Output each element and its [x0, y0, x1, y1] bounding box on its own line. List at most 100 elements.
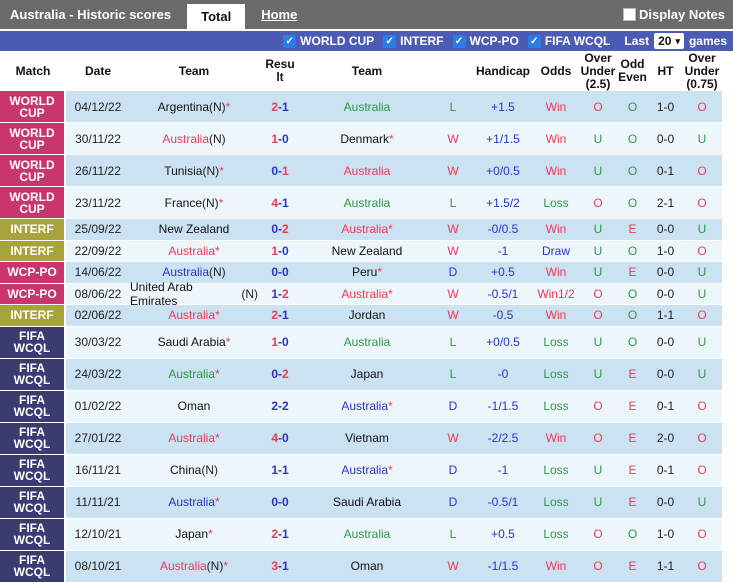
score-cell: 2-1 — [258, 305, 302, 327]
games-count-value: 20 — [658, 34, 672, 48]
ht-cell: 0-1 — [649, 390, 682, 423]
competition-badge: WORLD CUP — [0, 123, 66, 155]
match-row: INTERF 22/09/22 Australia * 1-0 New Zealand W -… — [0, 240, 722, 262]
result-letter-cell: L — [432, 326, 474, 359]
score-cell: 0-2 — [258, 358, 302, 391]
handicap-cell: -1 — [474, 454, 532, 487]
odds-cell: Loss — [532, 187, 580, 219]
competition-badge: FIFA WCQL — [0, 358, 66, 391]
over-under-25-cell: O — [580, 390, 616, 423]
date-cell: 11/11/21 — [66, 486, 130, 519]
over-under-25-cell: O — [580, 283, 616, 305]
handicap-cell: -0 — [474, 358, 532, 391]
over-under-075-cell: O — [682, 155, 722, 187]
date-cell: 08/06/22 — [66, 283, 130, 305]
over-under-075-cell: O — [682, 240, 722, 262]
date-cell: 22/09/22 — [66, 240, 130, 262]
away-team-cell: Australia — [302, 518, 432, 551]
away-team-cell: Australia — [302, 91, 432, 123]
match-row: WCP-PO 14/06/22 Australia (N) 0-0 Peru * D +0.5 W… — [0, 262, 722, 284]
odds-cell: Win — [532, 123, 580, 155]
result-letter-cell: D — [432, 454, 474, 487]
over-under-075-cell: O — [682, 187, 722, 219]
match-row: WORLD CUP 23/11/22 France (N) * 4-1 Australia L… — [0, 187, 722, 219]
result-letter-cell: D — [432, 262, 474, 284]
score-cell: 4-0 — [258, 422, 302, 455]
odd-even-cell: E — [616, 550, 649, 582]
odd-even-cell: E — [616, 262, 649, 284]
date-cell: 12/10/21 — [66, 518, 130, 551]
competition-badge: FIFA WCQL — [0, 550, 66, 582]
ht-cell: 2-1 — [649, 187, 682, 219]
match-row: FIFA WCQL 27/01/22 Australia * 4-0 Vietnam W -2… — [0, 422, 722, 455]
competition-checkbox[interactable]: ✓ — [452, 34, 466, 48]
home-team-cell: Argentina (N) * — [130, 91, 258, 123]
away-team-cell: Australia * — [302, 390, 432, 423]
result-letter-cell: L — [432, 518, 474, 551]
competition-checkbox[interactable]: ✓ — [283, 34, 297, 48]
ht-cell: 1-0 — [649, 91, 682, 123]
home-team-cell: Oman — [130, 390, 258, 423]
result-letter-cell: W — [432, 283, 474, 305]
result-letter-cell: W — [432, 550, 474, 582]
odd-even-cell: O — [616, 240, 649, 262]
over-under-075-cell: O — [682, 390, 722, 423]
header-over-under-075: Over Under (0.75) — [684, 50, 720, 91]
away-team-cell: Australia — [302, 187, 432, 219]
checkmark-icon: ✓ — [385, 35, 394, 47]
score-cell: 1-0 — [258, 240, 302, 262]
display-notes-control: Display Notes — [623, 7, 725, 22]
score-cell: 1-2 — [258, 283, 302, 305]
away-team-cell: Japan — [302, 358, 432, 391]
competition-badge: WORLD CUP — [0, 187, 66, 219]
odd-even-cell: O — [616, 283, 649, 305]
competition-badge: WORLD CUP — [0, 91, 66, 123]
ht-cell: 0-0 — [649, 262, 682, 284]
odd-even-cell: O — [616, 305, 649, 327]
match-row: INTERF 25/09/22 New Zealand 0-2 Australia * W -… — [0, 219, 722, 241]
score-cell: 2-2 — [258, 390, 302, 423]
competition-checkbox[interactable]: ✓ — [383, 34, 397, 48]
odd-even-cell: E — [616, 358, 649, 391]
date-cell: 04/12/22 — [66, 91, 130, 123]
header-team2: Team — [351, 63, 383, 78]
away-team-cell: New Zealand — [302, 240, 432, 262]
competition-badge: FIFA WCQL — [0, 422, 66, 455]
over-under-25-cell: U — [580, 326, 616, 359]
over-under-25-cell: O — [580, 187, 616, 219]
over-under-075-cell: O — [682, 518, 722, 551]
display-notes-label: Display Notes — [639, 7, 725, 22]
away-team-cell: Peru * — [302, 262, 432, 284]
tab-home[interactable]: Home — [261, 7, 297, 22]
result-letter-cell: D — [432, 390, 474, 423]
odd-even-cell: O — [616, 187, 649, 219]
games-count-select[interactable]: 20 ▾ — [654, 33, 684, 49]
match-row: WCP-PO 08/06/22 United Arab Emirates (N) 1-2… — [0, 280, 722, 308]
handicap-cell: -0.5/1 — [474, 283, 532, 305]
result-letter-cell: W — [432, 240, 474, 262]
checkmark-icon: ✓ — [454, 35, 464, 47]
result-letter-cell: W — [432, 123, 474, 155]
odd-even-cell: E — [616, 486, 649, 519]
over-under-25-cell: O — [580, 550, 616, 582]
away-team-cell: Australia * — [302, 283, 432, 305]
competition-badge: WCP-PO — [0, 262, 66, 284]
tab-total[interactable]: Total — [187, 4, 246, 29]
header-team1: Team — [178, 63, 210, 78]
odds-cell: Draw — [532, 240, 580, 262]
competition-checkbox[interactable]: ✓ — [527, 34, 541, 48]
competition-filter-3: ✓ FIFA WCQL — [527, 34, 610, 48]
handicap-cell: +0/0.5 — [474, 155, 532, 187]
home-team-cell: Australia * — [130, 486, 258, 519]
over-under-25-cell: U — [580, 262, 616, 284]
competition-filter-2: ✓ WCP-PO — [452, 34, 519, 48]
competition-badge: INTERF — [0, 219, 66, 241]
display-notes-checkbox[interactable] — [623, 8, 637, 21]
score-cell: 1-1 — [258, 454, 302, 487]
over-under-25-cell: O — [580, 305, 616, 327]
home-team-cell: China (N) — [130, 454, 258, 487]
ht-cell: 0-0 — [649, 358, 682, 391]
competition-badge: FIFA WCQL — [0, 518, 66, 551]
ht-cell: 0-0 — [649, 486, 682, 519]
top-tab-bar: Australia - Historic scores Total Home D… — [0, 0, 733, 29]
